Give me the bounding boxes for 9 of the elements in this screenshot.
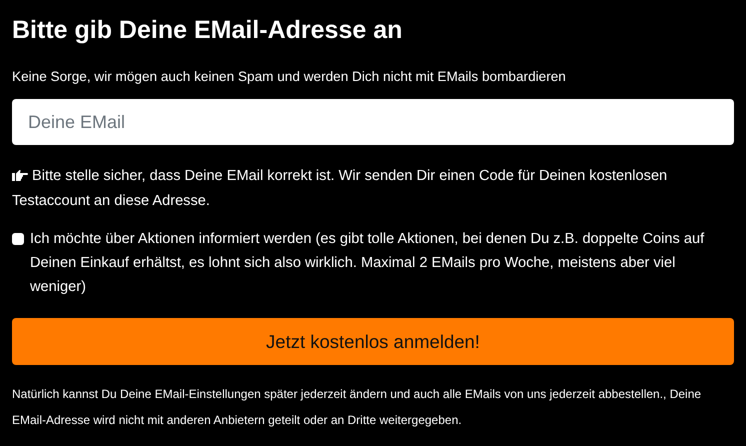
- subtitle-text: Keine Sorge, wir mögen auch keinen Spam und werden Dich nicht mit EMails bombardieren: [12, 68, 566, 86]
- email-input-field[interactable]: Deine EMail: [12, 99, 734, 145]
- pointing-hand-icon: [12, 169, 28, 181]
- signup-button[interactable]: Jetzt kostenlos anmelden!: [12, 318, 734, 365]
- footer-note: Natürlich kannst Du Deine EMail-Einstellungen später jederzeit ändern und auch alle EMails von uns jederzeit abbestellen., Deine EMail-Adresse wird nicht mit anderen Anbietern geteilt oder an Dritte weitergegeben.: [12, 386, 702, 429]
- checkbox-label: Ich möchte über Aktionen informiert werden (es gibt tolle Aktionen, bei denen Du z.B. doppelte Coins auf Deinen Einkauf erhältst, es lohnt sich also wirklich. Maximal 2 EMails pro Woche, meistens aber viel weniger): [30, 230, 706, 297]
- page-title: Bitte gib Deine EMail-Adresse an: [12, 15, 402, 46]
- checkbox[interactable]: [12, 233, 24, 245]
- hint-text: Bitte stelle sicher, dass Deine EMail korrekt ist. Wir senden Dir einen Code für Deinen kostenlosen Testaccount an diese Adresse.: [12, 168, 668, 209]
